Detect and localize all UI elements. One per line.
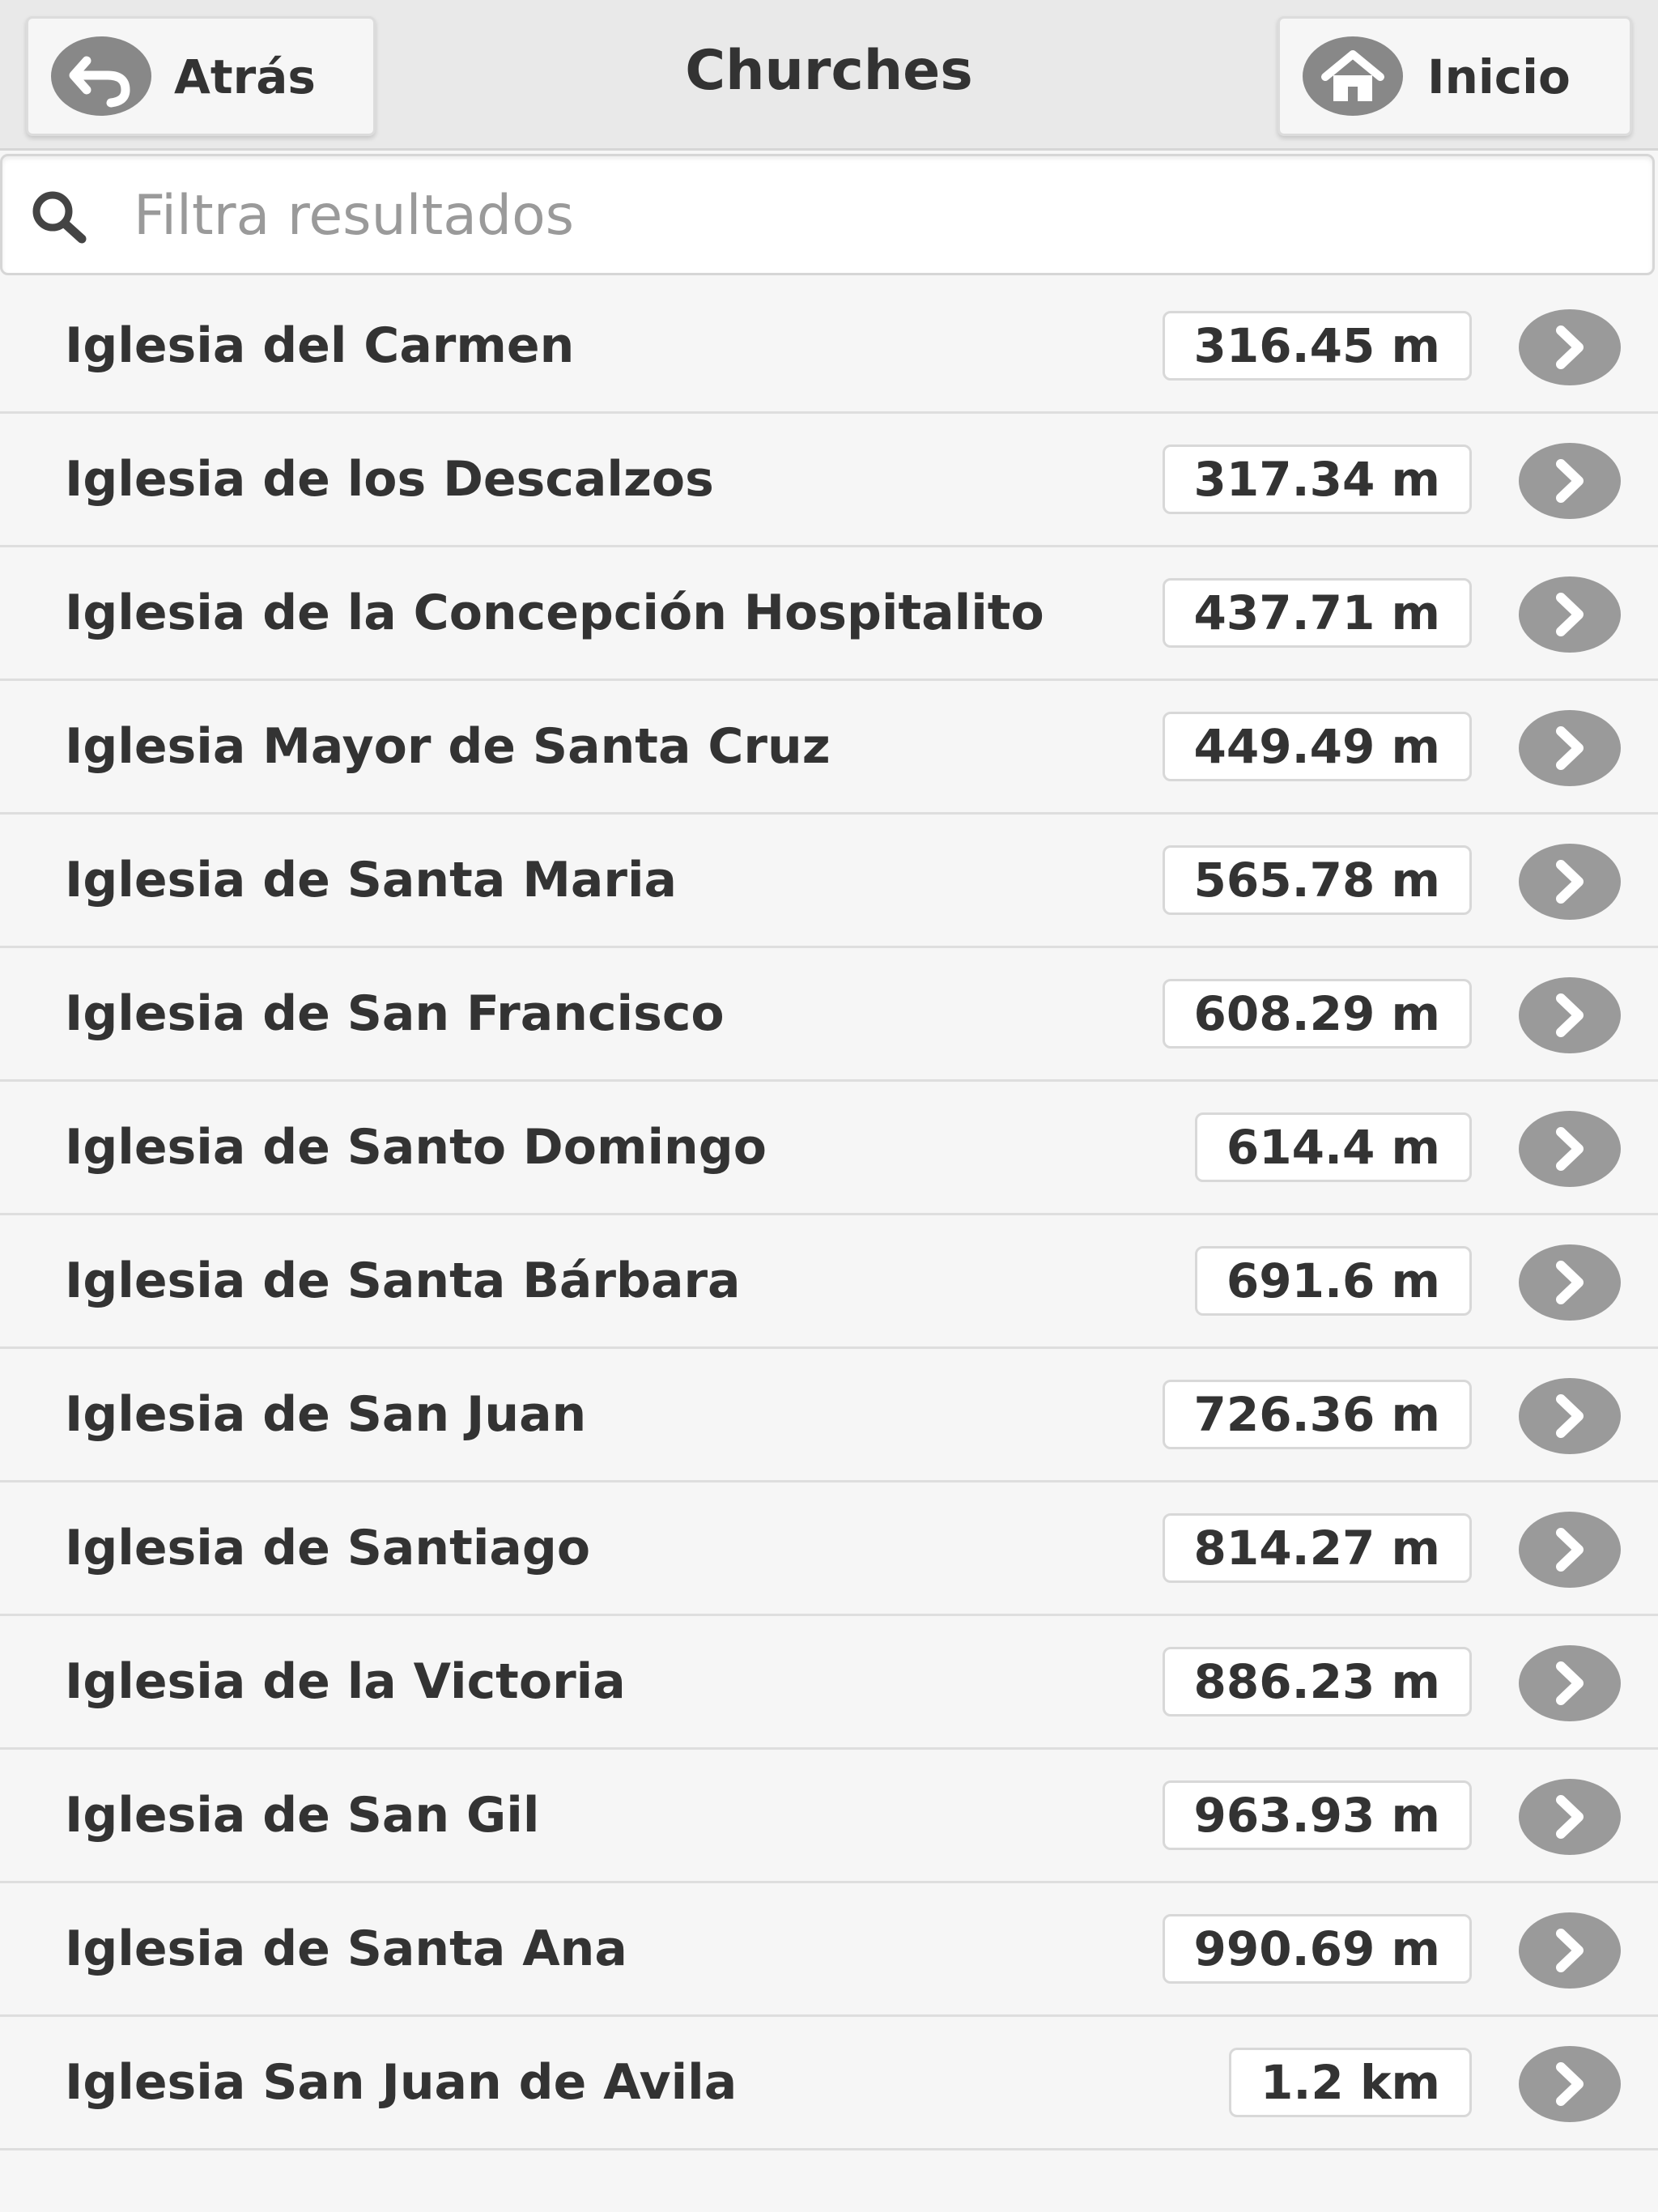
church-name: Iglesia de los Descalzos [65,451,714,508]
list-item[interactable]: Iglesia de Santo Domingo 614.4 m [0,1082,1658,1215]
chevron-right-icon[interactable] [1519,443,1621,519]
list-item[interactable]: Iglesia San Juan de Avila 1.2 km [0,2017,1658,2150]
home-button-label: Inicio [1427,49,1571,104]
church-name: Iglesia de San Gil [65,1787,540,1844]
list-item[interactable]: Iglesia de los Descalzos 317.34 m [0,414,1658,547]
results-list: Iglesia del Carmen 316.45 m Iglesia de los… [0,280,1658,2150]
church-name: Iglesia de Santo Domingo [65,1119,767,1176]
church-name: Iglesia de San Francisco [65,985,725,1042]
distance-badge: 608.29 m [1162,979,1472,1049]
home-icon [1303,36,1403,116]
list-item[interactable]: Iglesia del Carmen 316.45 m [0,280,1658,414]
church-name: Iglesia de Santiago [65,1520,591,1576]
chevron-right-icon[interactable] [1519,1244,1621,1321]
chevron-right-icon[interactable] [1519,309,1621,385]
distance-badge: 565.78 m [1162,845,1472,915]
distance-badge: 317.34 m [1162,445,1472,514]
chevron-right-icon[interactable] [1519,977,1621,1053]
distance-badge: 963.93 m [1162,1780,1472,1850]
distance-badge: 886.23 m [1162,1647,1472,1716]
church-name: Iglesia del Carmen [65,317,575,374]
chevron-right-icon[interactable] [1519,844,1621,920]
list-item[interactable]: Iglesia Mayor de Santa Cruz 449.49 m [0,681,1658,815]
church-name: Iglesia de San Juan [65,1386,587,1443]
chevron-right-icon[interactable] [1519,1912,1621,1989]
list-item[interactable]: Iglesia de Santa Bárbara 691.6 m [0,1215,1658,1349]
chevron-right-icon[interactable] [1519,1779,1621,1855]
distance-badge: 316.45 m [1162,311,1472,381]
distance-badge: 614.4 m [1194,1112,1472,1182]
church-name: Iglesia Mayor de Santa Cruz [65,718,831,775]
distance-badge: 726.36 m [1162,1380,1472,1449]
chevron-right-icon[interactable] [1519,576,1621,653]
distance-badge: 814.27 m [1162,1513,1472,1583]
list-item[interactable]: Iglesia de Santiago 814.27 m [0,1482,1658,1616]
app-header: Atrás Churches Inicio [0,0,1658,151]
church-name: Iglesia de Santa Ana [65,1921,627,1977]
chevron-right-icon[interactable] [1519,1512,1621,1588]
distance-badge: 437.71 m [1162,578,1472,648]
list-item[interactable]: Iglesia de la Victoria 886.23 m [0,1616,1658,1750]
distance-badge: 691.6 m [1194,1246,1472,1316]
list-item[interactable]: Iglesia de Santa Maria 565.78 m [0,815,1658,948]
list-item[interactable]: Iglesia de San Juan 726.36 m [0,1349,1658,1482]
chevron-right-icon[interactable] [1519,1378,1621,1454]
church-name: Iglesia de la Concepción Hospitalito [65,585,1044,641]
chevron-right-icon[interactable] [1519,1111,1621,1187]
search-bar [0,154,1655,275]
chevron-right-icon[interactable] [1519,2046,1621,2122]
distance-badge: 990.69 m [1162,1914,1472,1984]
list-item[interactable]: Iglesia de Santa Ana 990.69 m [0,1883,1658,2017]
list-item[interactable]: Iglesia de la Concepción Hospitalito 437.… [0,547,1658,681]
search-icon [27,185,91,253]
distance-badge: 1.2 km [1229,2048,1472,2117]
church-name: Iglesia de la Victoria [65,1653,626,1710]
distance-badge: 449.49 m [1162,712,1472,781]
chevron-right-icon[interactable] [1519,710,1621,786]
list-item[interactable]: Iglesia de San Gil 963.93 m [0,1750,1658,1883]
church-name: Iglesia de Santa Bárbara [65,1253,741,1309]
list-item[interactable]: Iglesia de San Francisco 608.29 m [0,948,1658,1082]
church-name: Iglesia San Juan de Avila [65,2054,738,2111]
church-name: Iglesia de Santa Maria [65,852,678,908]
search-input[interactable] [132,172,1625,258]
home-button[interactable]: Inicio [1278,16,1632,136]
chevron-right-icon[interactable] [1519,1645,1621,1721]
